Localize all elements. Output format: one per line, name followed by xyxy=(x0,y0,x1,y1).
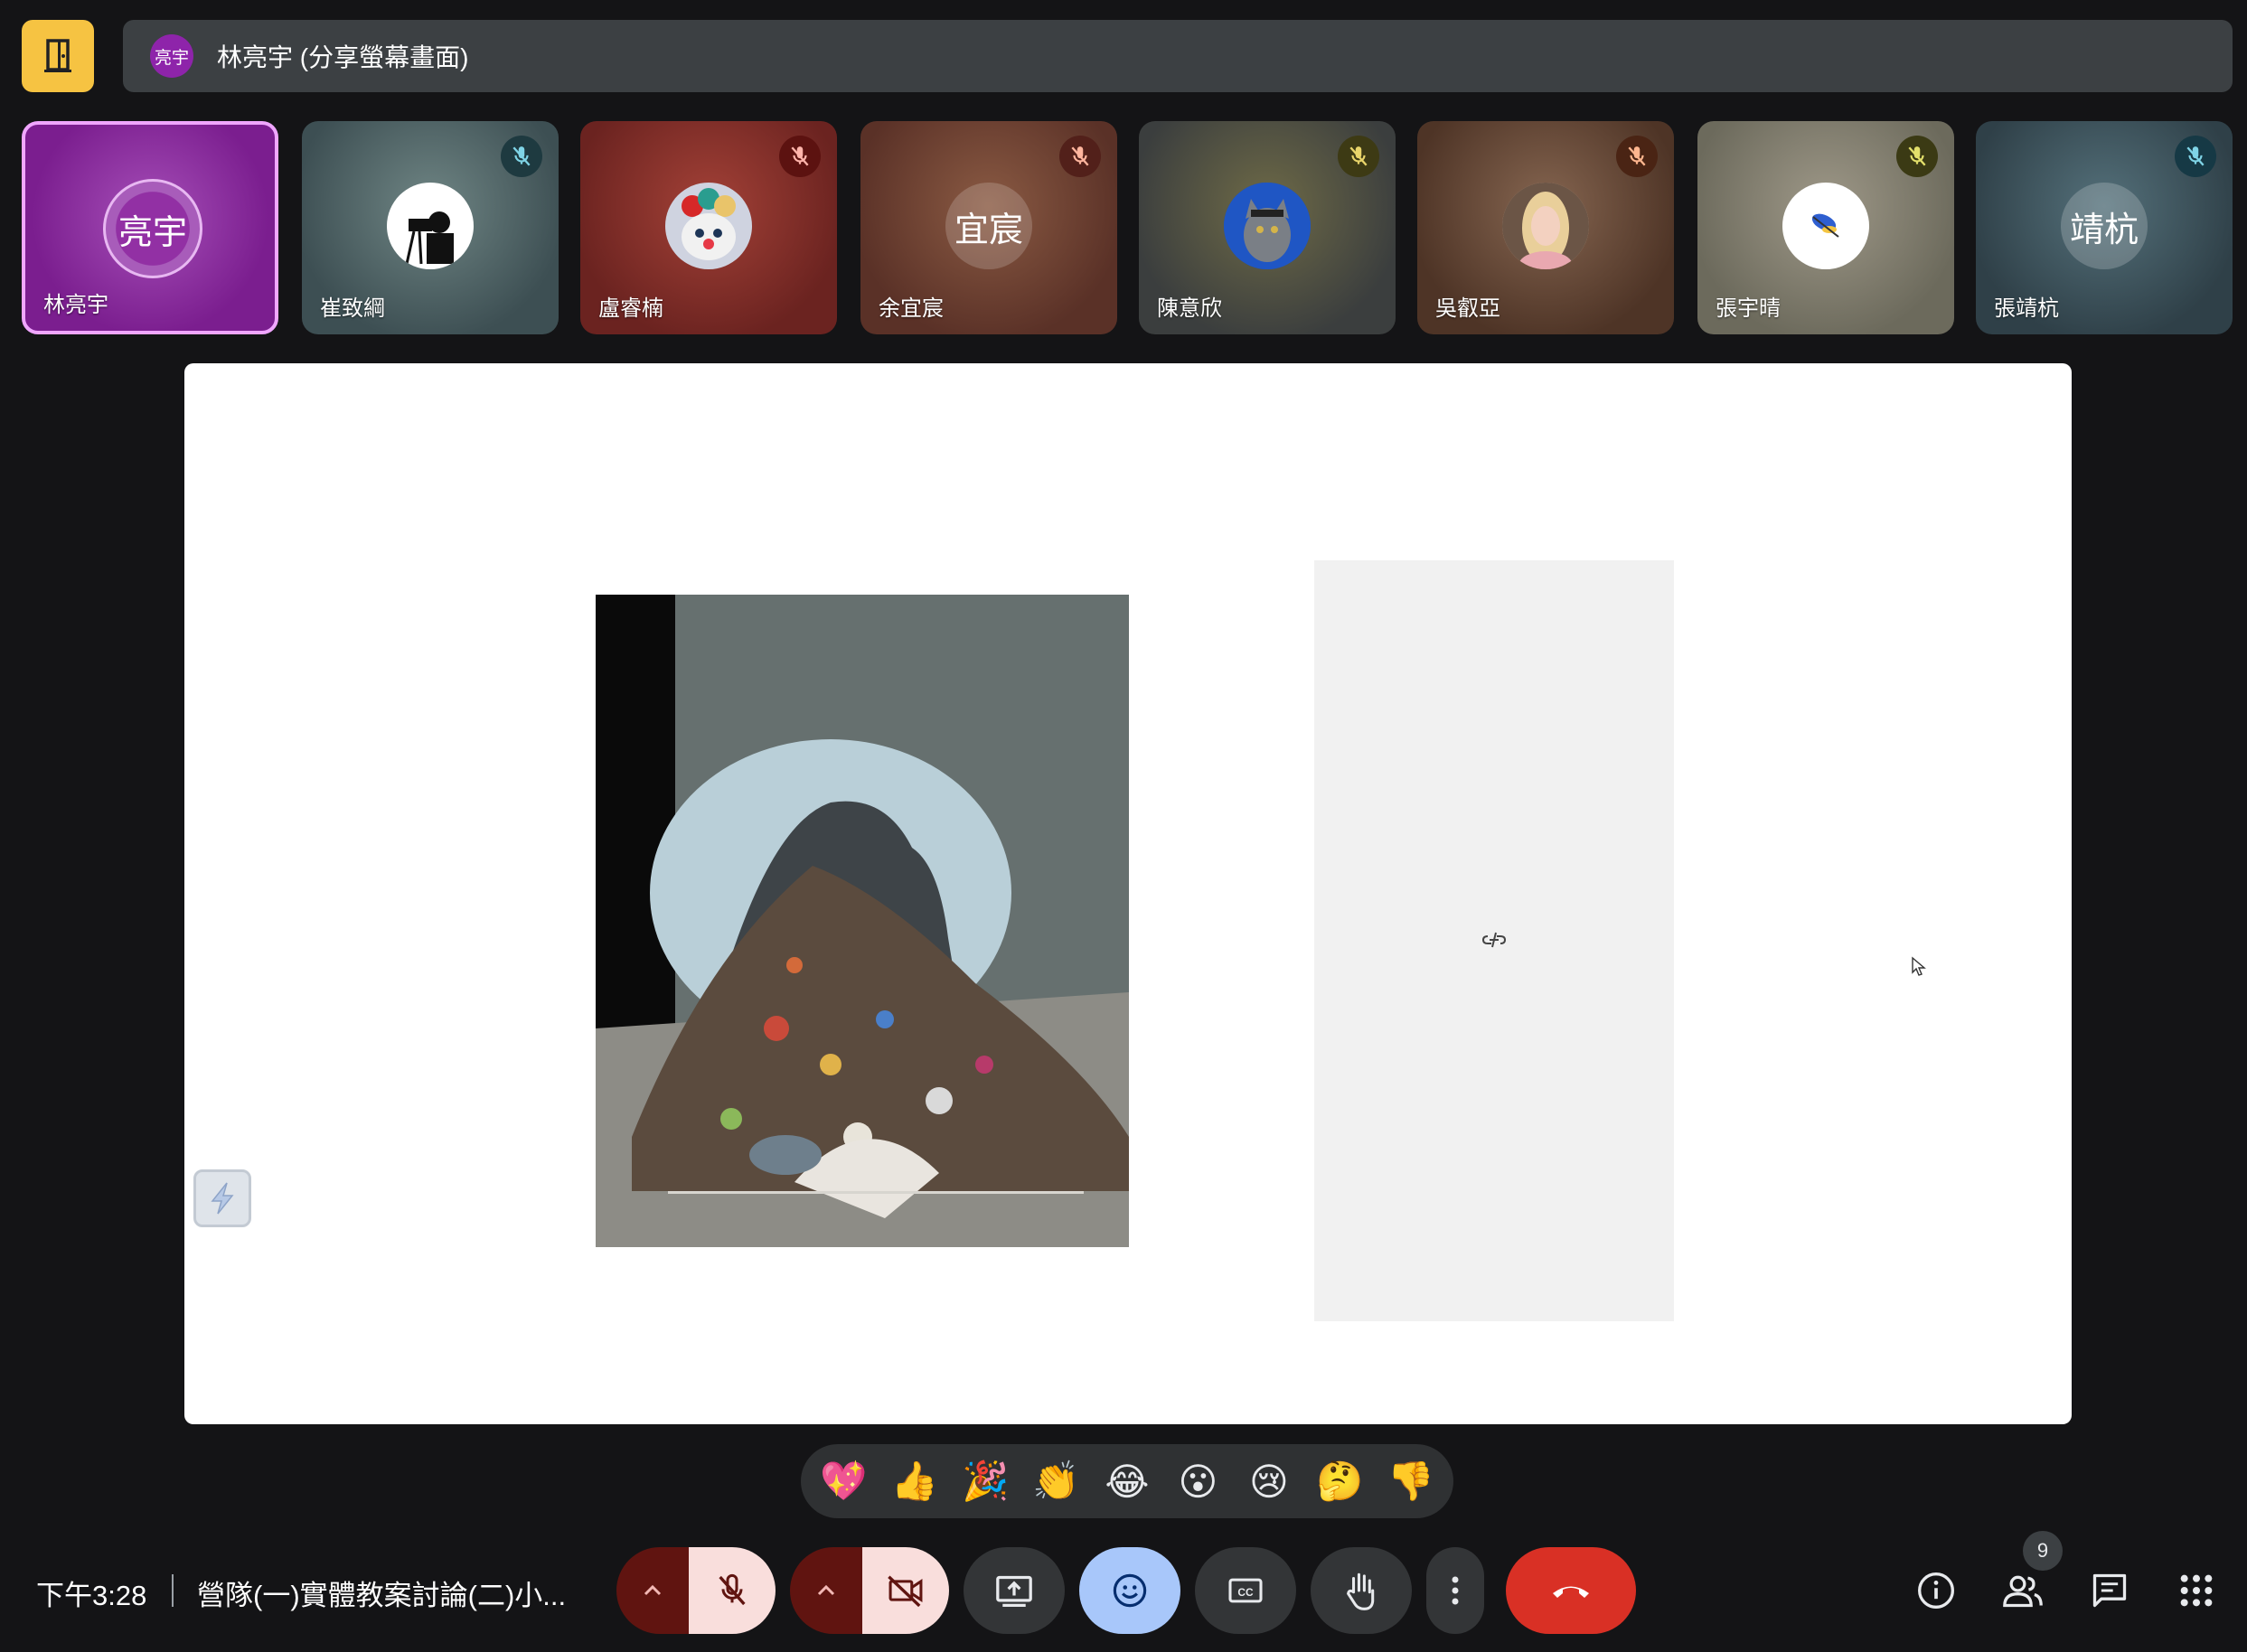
avatar xyxy=(1224,183,1311,269)
smiley-icon xyxy=(1113,1573,1147,1608)
cat-avatar-icon xyxy=(1224,183,1311,269)
presenter-title-bar: 亮宇 林亮宇 (分享螢幕畫面) xyxy=(123,20,2233,92)
participant-name: 張宇晴 xyxy=(1716,296,1781,321)
reaction-laughing[interactable]: 😂 xyxy=(1095,1450,1159,1513)
reaction-thumbs-down[interactable]: 👎 xyxy=(1379,1450,1443,1513)
info-icon xyxy=(1918,1572,1954,1609)
participant-name: 盧睿楠 xyxy=(598,296,663,321)
presenter-avatar: 亮宇 xyxy=(150,34,193,78)
raise-hand-icon xyxy=(1347,1572,1375,1610)
reaction-bar: 💖 👍 🎉 👏 😂 😮 😢 🤔 👎 xyxy=(801,1444,1453,1518)
participant-tile[interactable]: 陳意欣 xyxy=(1139,121,1396,334)
mic-off-icon xyxy=(1616,136,1658,177)
mic-off-icon xyxy=(1338,136,1379,177)
lightning-icon xyxy=(211,1182,234,1215)
reactions-button[interactable] xyxy=(1079,1547,1180,1634)
participant-name: 吳叡亞 xyxy=(1435,296,1500,321)
people-icon xyxy=(2003,1575,2043,1608)
presenter-title: 林亮宇 (分享螢幕畫面) xyxy=(217,43,469,71)
reaction-sparkling-heart[interactable]: 💖 xyxy=(812,1450,875,1513)
camera-person-avatar-icon xyxy=(405,211,454,265)
mic-off-icon xyxy=(501,136,542,177)
mic-off-icon xyxy=(1896,136,1938,177)
avatar: 宜宸 xyxy=(945,183,1032,269)
door-exit-icon xyxy=(44,39,71,72)
end-call-button[interactable] xyxy=(1506,1547,1636,1634)
participant-name: 崔致綱 xyxy=(320,296,385,321)
extension-widget-button[interactable] xyxy=(193,1169,251,1227)
microphone-toggle-button[interactable] xyxy=(689,1547,776,1634)
more-vertical-icon xyxy=(1452,1576,1459,1605)
end-call-icon xyxy=(1553,1586,1589,1598)
meeting-info-button[interactable] xyxy=(1909,1563,1963,1618)
clown-cat-avatar-icon xyxy=(682,188,736,260)
reaction-clapping[interactable]: 👏 xyxy=(1025,1450,1088,1513)
mic-off-icon xyxy=(1059,136,1101,177)
closed-captions-icon: CC xyxy=(1228,1578,1263,1603)
present-screen-button[interactable] xyxy=(964,1547,1065,1634)
participant-tile[interactable]: 靖杭 張靖杭 xyxy=(1976,121,2233,334)
audio-options-button[interactable] xyxy=(616,1547,689,1634)
broken-link-icon xyxy=(1482,932,1506,948)
avatar xyxy=(387,183,474,269)
avatar xyxy=(1782,183,1869,269)
video-options-button[interactable] xyxy=(790,1547,862,1634)
sketch-avatar-icon xyxy=(1811,213,1839,238)
meeting-clock: 下午3:28 xyxy=(36,1580,147,1611)
participant-count-badge: 9 xyxy=(2023,1531,2063,1571)
reaction-crying[interactable]: 😢 xyxy=(1237,1450,1301,1513)
participant-tile[interactable]: 亮宇 林亮宇 xyxy=(22,121,278,334)
raise-hand-button[interactable] xyxy=(1311,1547,1412,1634)
avatar xyxy=(665,183,752,269)
mouse-cursor-icon xyxy=(1912,956,1926,976)
reaction-thumbs-up[interactable]: 👍 xyxy=(883,1450,946,1513)
participant-tile[interactable]: 崔致綱 xyxy=(302,121,559,334)
reaction-thinking[interactable]: 🤔 xyxy=(1308,1450,1371,1513)
participant-name: 陳意欣 xyxy=(1157,296,1222,321)
reaction-party-popper[interactable]: 🎉 xyxy=(954,1450,1017,1513)
portrait-avatar-icon xyxy=(1502,183,1589,269)
participant-name: 張靖杭 xyxy=(1994,296,2059,321)
more-options-button[interactable] xyxy=(1426,1547,1484,1634)
chat-button[interactable] xyxy=(2082,1563,2137,1618)
leave-room-button[interactable] xyxy=(22,20,94,92)
avatar xyxy=(1502,183,1589,269)
mic-off-icon xyxy=(779,136,821,177)
avatar: 亮宇 xyxy=(103,179,202,278)
chevron-up-icon xyxy=(644,1584,662,1596)
meeting-name: 營隊(一)實體教案討論(二)小... xyxy=(197,1580,567,1611)
installation-photo xyxy=(596,595,1129,1247)
participant-name: 余宜宸 xyxy=(879,296,944,321)
participant-tile[interactable]: 吳叡亞 xyxy=(1417,121,1674,334)
camera-off-icon xyxy=(888,1575,923,1608)
activities-button[interactable] xyxy=(2169,1563,2223,1618)
participant-name: 林亮宇 xyxy=(43,293,108,317)
participant-tile[interactable]: 盧睿楠 xyxy=(580,121,837,334)
camera-toggle-button[interactable] xyxy=(862,1547,949,1634)
chat-icon xyxy=(2092,1573,2127,1608)
broken-image-placeholder xyxy=(1314,560,1674,1321)
participant-tile[interactable]: 宜宸 余宜宸 xyxy=(860,121,1117,334)
reaction-surprised[interactable]: 😮 xyxy=(1166,1450,1229,1513)
participant-tile[interactable]: 張宇晴 xyxy=(1697,121,1954,334)
divider xyxy=(172,1574,174,1607)
mic-off-icon xyxy=(2175,136,2216,177)
apps-grid-icon xyxy=(2180,1574,2213,1607)
present-screen-icon xyxy=(996,1575,1032,1607)
chevron-up-icon xyxy=(817,1584,835,1596)
mic-off-icon xyxy=(719,1573,746,1606)
captions-button[interactable]: CC xyxy=(1195,1547,1296,1634)
avatar: 靖杭 xyxy=(2061,183,2148,269)
shared-screen xyxy=(184,363,2072,1424)
people-button[interactable] xyxy=(1996,1563,2050,1618)
svg-text:CC: CC xyxy=(1237,1586,1254,1599)
